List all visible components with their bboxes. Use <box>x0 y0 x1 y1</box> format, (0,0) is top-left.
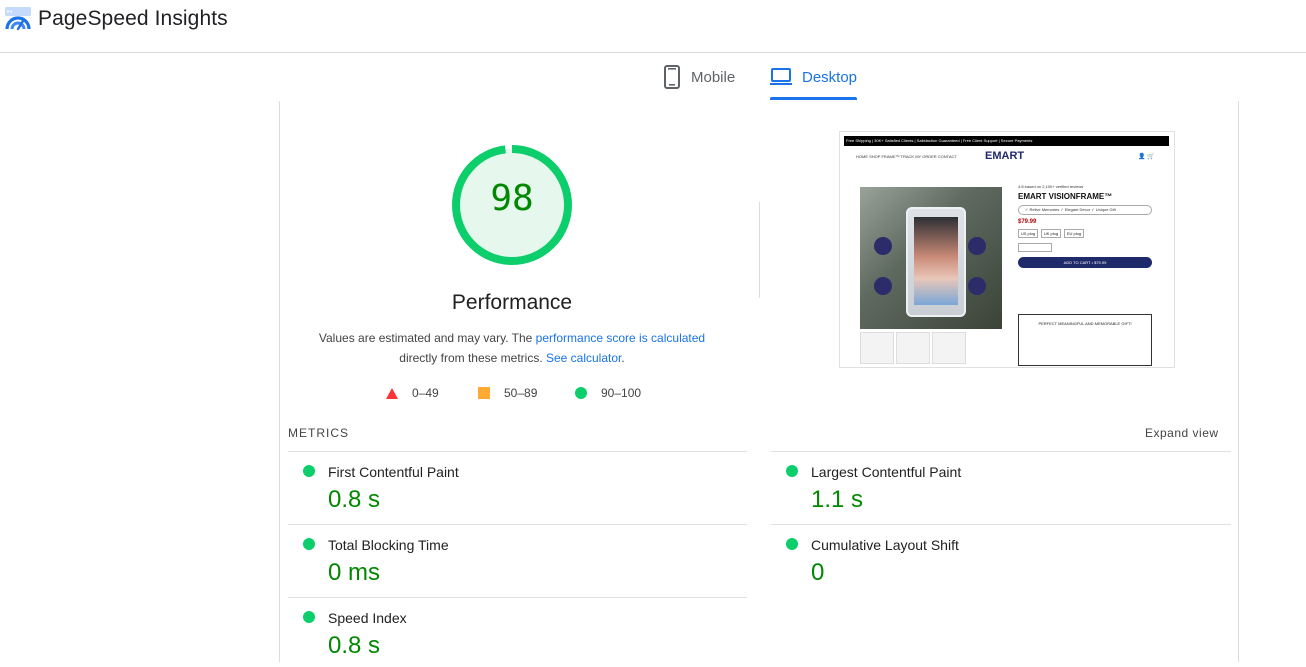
metric-value: 0 <box>811 559 825 586</box>
metric-value: 1.1 s <box>811 486 864 513</box>
desc-text-3: . <box>621 351 625 365</box>
pass-circle-icon <box>786 465 798 477</box>
plug-options: US plug UK plug EU plug <box>1018 229 1158 238</box>
screenshot-nav: HOME SHOP FRAME™ TRACK MY ORDER CONTACT <box>856 154 957 159</box>
device-tabs: Mobile Desktop <box>0 53 1306 101</box>
app-title: PageSpeed Insights <box>38 7 228 30</box>
legend-fail-label: 0–49 <box>412 386 439 400</box>
photo-icon <box>874 237 892 255</box>
quantity-stepper <box>1018 243 1052 252</box>
metric-name: Cumulative Layout Shift <box>811 537 959 553</box>
metric-value: 0 ms <box>328 559 381 586</box>
battery-icon <box>968 237 986 255</box>
product-screen <box>914 217 958 305</box>
app-header: PageSpeed Insights <box>0 0 1306 53</box>
score-calculation-link[interactable]: performance score is calculated <box>536 331 705 345</box>
product-title: EMART VISIONFRAME™ <box>1018 192 1113 201</box>
add-to-cart-button: ADD TO CART • $79.99 <box>1018 257 1152 268</box>
see-calculator-link[interactable]: See calculator <box>546 351 621 365</box>
tab-mobile[interactable]: Mobile <box>663 65 735 101</box>
content-border-right <box>1238 101 1239 662</box>
red-triangle-icon <box>386 387 398 399</box>
performance-description: Values are estimated and may vary. The p… <box>300 328 724 368</box>
screenshot-topbar: Free Shipping | 30K+ Satisfied Clients |… <box>844 136 1169 146</box>
screenshot-brand: EMART <box>985 150 1025 162</box>
smartphone-icon <box>664 65 680 89</box>
legend-average: 50–89 <box>478 386 537 400</box>
pass-circle-icon <box>303 465 315 477</box>
product-price: $79.99 <box>1018 219 1037 225</box>
legend-pass-label: 90–100 <box>601 386 642 400</box>
tab-desktop-label: Desktop <box>802 69 858 86</box>
product-thumbnails <box>860 332 968 364</box>
metric-value: 0.8 s <box>328 486 381 513</box>
divider <box>759 202 760 298</box>
metric-largest-contentful-paint: Largest Contentful Paint 1.1 s <box>771 451 1221 521</box>
content-border-left <box>279 101 280 662</box>
product-features: ✓ Relive Memories ✓ Elegant Décor ✓ Uniq… <box>1018 205 1152 215</box>
legend-pass: 90–100 <box>575 386 641 400</box>
desc-text-1: Values are estimated and may vary. The <box>318 331 536 345</box>
plug-option: EU plug <box>1064 229 1084 238</box>
tab-mobile-label: Mobile <box>691 69 736 86</box>
metric-total-blocking-time: Total Blocking Time 0 ms <box>288 524 738 594</box>
pagespeed-logo[interactable] <box>5 7 31 31</box>
product-info: 4.8 based on 2,100+ verified reviews EMA… <box>1018 184 1158 268</box>
final-screenshot[interactable]: Free Shipping | 30K+ Satisfied Clients |… <box>839 131 1175 368</box>
gift-box: PERFECT MEANINGFUL AND MEMORABLE GIFT! <box>1018 314 1152 366</box>
pass-circle-icon <box>786 538 798 550</box>
orange-square-icon <box>478 387 490 399</box>
performance-score: 98 <box>490 178 534 219</box>
legend-fail: 0–49 <box>386 386 439 400</box>
speaker-icon <box>968 277 986 295</box>
pass-circle-icon <box>303 538 315 550</box>
metric-name: Total Blocking Time <box>328 537 449 553</box>
metric-first-contentful-paint: First Contentful Paint 0.8 s <box>288 451 738 521</box>
play-icon <box>874 277 892 295</box>
metric-speed-index: Speed Index 0.8 s <box>288 597 738 667</box>
pass-circle-icon <box>303 611 315 623</box>
plug-option: US plug <box>1018 229 1038 238</box>
metrics-heading: METRICS <box>288 426 349 440</box>
expand-view-button[interactable]: Expand view <box>1145 426 1219 440</box>
laptop-icon <box>770 68 792 85</box>
plug-option: UK plug <box>1041 229 1061 238</box>
tab-desktop[interactable]: Desktop <box>770 65 858 101</box>
product-image <box>860 187 1002 329</box>
green-circle-icon <box>575 387 587 399</box>
screenshot-cart-icon: 👤 🛒 <box>1138 154 1155 160</box>
legend-average-label: 50–89 <box>504 386 538 400</box>
metric-value: 0.8 s <box>328 632 381 659</box>
metric-name: Largest Contentful Paint <box>811 464 962 480</box>
product-frame <box>906 207 966 317</box>
metric-cumulative-layout-shift: Cumulative Layout Shift 0 <box>771 524 1221 594</box>
product-rating: 4.8 based on 2,100+ verified reviews <box>1018 184 1084 189</box>
metric-name: Speed Index <box>328 610 407 626</box>
metric-name: First Contentful Paint <box>328 464 459 480</box>
performance-title: Performance <box>451 291 573 314</box>
desc-text-2: directly from these metrics. <box>399 351 546 365</box>
